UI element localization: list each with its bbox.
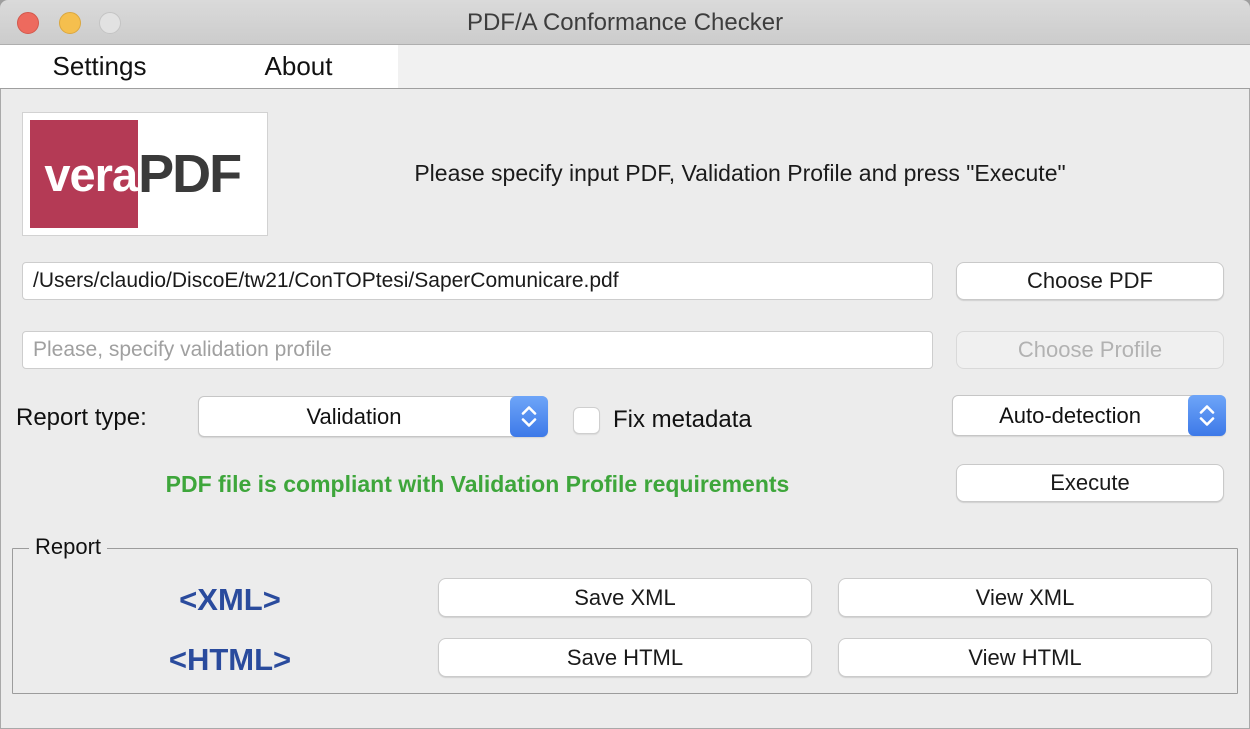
instruction-text: Please specify input PDF, Validation Pro… <box>300 160 1180 187</box>
save-html-button[interactable]: Save HTML <box>438 638 812 677</box>
title-bar: PDF/A Conformance Checker <box>0 0 1250 45</box>
flavour-select[interactable]: Auto-detection <box>952 395 1226 436</box>
choose-pdf-button[interactable]: Choose PDF <box>956 262 1224 300</box>
execute-button[interactable]: Execute <box>956 464 1224 502</box>
fix-metadata-label: Fix metadata <box>613 406 752 434</box>
view-xml-button[interactable]: View XML <box>838 578 1212 617</box>
report-type-select[interactable]: Validation <box>198 396 548 437</box>
verapdf-logo: vera PDF <box>22 112 268 236</box>
flavour-selected-value: Auto-detection <box>953 396 1187 435</box>
logo-white-panel: PDF <box>138 120 260 228</box>
logo-red-panel: vera <box>30 120 138 228</box>
view-html-button[interactable]: View HTML <box>838 638 1212 677</box>
logo-pdf-text: PDF <box>138 143 240 205</box>
status-message: PDF file is compliant with Validation Pr… <box>22 471 933 498</box>
menu-bar: Settings About <box>0 45 1250 89</box>
window-title: PDF/A Conformance Checker <box>0 9 1250 37</box>
report-type-selected-value: Validation <box>199 397 509 436</box>
xml-report-link[interactable]: <XML> <box>60 582 400 618</box>
report-type-label: Report type: <box>16 404 147 432</box>
chevron-up-down-icon <box>510 396 548 437</box>
fix-metadata-checkbox[interactable] <box>573 407 600 434</box>
chevron-up-down-icon <box>1188 395 1226 436</box>
html-report-link[interactable]: <HTML> <box>60 642 400 678</box>
logo-vera-text: vera <box>44 147 138 202</box>
pdf-path-input[interactable] <box>22 262 933 300</box>
validation-profile-input[interactable] <box>22 331 933 369</box>
choose-profile-button: Choose Profile <box>956 331 1224 369</box>
menu-item-about[interactable]: About <box>199 45 398 88</box>
save-xml-button[interactable]: Save XML <box>438 578 812 617</box>
menu-item-settings[interactable]: Settings <box>0 45 199 88</box>
app-window: PDF/A Conformance Checker Settings About… <box>0 0 1250 729</box>
report-group-legend: Report <box>29 534 107 560</box>
